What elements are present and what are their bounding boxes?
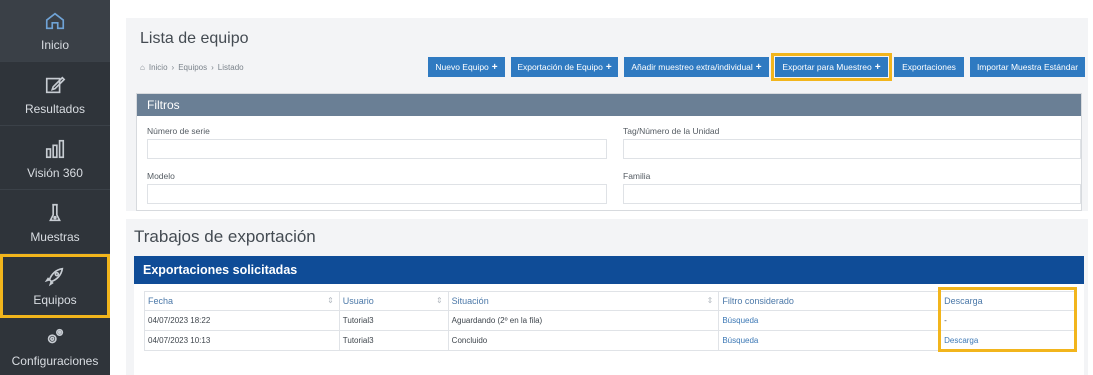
- family-label: Familia: [623, 171, 651, 181]
- column-header-situacion[interactable]: Situación ⇕: [447, 291, 720, 311]
- import-standard-sample-button[interactable]: Importar Muestra Estándar: [970, 57, 1085, 77]
- exports-table: Fecha ⇕ Usuario ⇕ Situación ⇕ Filtro consid…: [144, 291, 1076, 351]
- add-sampling-button[interactable]: Añadir muestreo extra/individual +: [624, 57, 769, 77]
- table-row: 04/07/2023 18:22 Tutorial3 Aguardando (2…: [144, 310, 1076, 331]
- breadcrumb-item-inicio[interactable]: Inicio: [149, 63, 168, 72]
- unit-tag-label: Tag/Número de la Unidad: [623, 126, 720, 136]
- breadcrumb-item-equipos[interactable]: Equipos: [178, 63, 207, 72]
- sidebar-item-muestras[interactable]: Muestras: [0, 192, 110, 254]
- button-label: Nuevo Equipo: [435, 62, 489, 72]
- filters-title: Filtros: [137, 94, 1081, 116]
- sidebar-item-equipos[interactable]: Equipos: [0, 254, 110, 318]
- cell-status: Concluido: [447, 330, 720, 351]
- button-label: Exportaciones: [902, 62, 956, 72]
- column-header-fecha[interactable]: Fecha ⇕: [144, 291, 340, 311]
- cell-download: -: [940, 310, 1076, 331]
- sidebar-item-label: Equipos: [33, 292, 77, 307]
- plus-icon: +: [755, 61, 762, 73]
- filter-link[interactable]: Búsqueda: [718, 330, 942, 351]
- bar-chart-icon: [45, 139, 65, 158]
- sidebar-item-label: Resultados: [24, 101, 86, 116]
- model-field[interactable]: [147, 184, 607, 204]
- family-field[interactable]: [623, 184, 1081, 204]
- cell-status: Aguardando (2º en la fila): [447, 310, 720, 331]
- sort-icon: ⇕: [706, 296, 714, 305]
- table-header-row: Fecha ⇕ Usuario ⇕ Situación ⇕ Filtro consid…: [144, 291, 1076, 311]
- breadcrumb-separator: ›: [211, 63, 214, 72]
- page-title: Lista de equipo: [140, 30, 249, 47]
- sort-icon: ⇕: [327, 296, 334, 305]
- button-label: Importar Muestra Estándar: [976, 62, 1079, 72]
- column-header-filtro[interactable]: Filtro considerado: [718, 291, 942, 311]
- download-link[interactable]: Descarga: [940, 330, 1076, 351]
- button-label: Añadir muestreo extra/individual: [631, 62, 753, 72]
- requested-exports-title: Exportaciones solicitadas: [134, 256, 1084, 284]
- filters-card: Filtros Número de serie Tag/Número de la…: [136, 93, 1082, 211]
- exports-button[interactable]: Exportaciones: [894, 57, 964, 77]
- sidebar-item-label: Configuraciones: [11, 353, 99, 368]
- serial-number-label: Número de serie: [147, 126, 210, 136]
- plus-icon: +: [491, 61, 498, 73]
- cell-date: 04/07/2023 18:22: [144, 310, 340, 331]
- sidebar-item-label: Muestras: [30, 229, 80, 244]
- gears-icon: [47, 328, 64, 343]
- sample-icon: [49, 203, 61, 221]
- sidebar-item-resultados[interactable]: Resultados: [0, 64, 110, 126]
- export-equipment-button[interactable]: Exportación de Equipo +: [511, 57, 618, 77]
- breadcrumb-separator: ›: [171, 63, 175, 72]
- sidebar: Inicio Resultados Visión 360 Muestras Eq…: [0, 0, 110, 375]
- column-header-descarga[interactable]: Descarga: [940, 291, 1076, 311]
- sidebar-item-inicio[interactable]: Inicio: [0, 0, 110, 62]
- home-icon: ⌂: [140, 63, 145, 72]
- breadcrumb-item-listado: Listado: [217, 63, 244, 72]
- equipment-list-panel: Lista de equipo ⌂ Inicio › Equipos › Lis…: [126, 18, 1088, 211]
- requested-exports-card: Exportaciones solicitadas Fecha ⇕ Usuario…: [134, 256, 1084, 375]
- sort-icon: ⇕: [435, 296, 443, 305]
- plus-icon: +: [874, 61, 881, 73]
- column-header-usuario[interactable]: Usuario ⇕: [338, 291, 449, 311]
- export-jobs-title: Trabajos de exportación: [134, 227, 316, 246]
- cell-user: Tutorial3: [338, 330, 449, 351]
- cell-date: 04/07/2023 10:13: [144, 330, 340, 351]
- filter-link[interactable]: Búsqueda: [718, 310, 942, 331]
- sidebar-item-vision-360[interactable]: Visión 360: [0, 128, 110, 190]
- table-row: 04/07/2023 10:13 Tutorial3 Concluido Bús…: [144, 330, 1076, 351]
- new-equipment-button[interactable]: Nuevo Equipo +: [428, 57, 505, 77]
- home-icon: [45, 12, 65, 29]
- rocket-icon: [44, 267, 64, 286]
- sidebar-item-configuraciones[interactable]: Configuraciones: [0, 318, 110, 375]
- plus-icon: +: [605, 61, 612, 73]
- export-jobs-panel: Trabajos de exportación Exportaciones so…: [126, 219, 1088, 375]
- sidebar-item-label: Visión 360: [27, 165, 83, 180]
- button-label: Exportación de Equipo: [517, 62, 603, 72]
- button-label: Exportar para Muestreo: [782, 62, 872, 72]
- model-label: Modelo: [147, 171, 175, 181]
- unit-tag-field[interactable]: [623, 139, 1081, 159]
- breadcrumb: ⌂ Inicio › Equipos › Listado: [140, 63, 244, 72]
- edit-icon: [45, 75, 66, 93]
- sidebar-item-label: Inicio: [40, 37, 69, 52]
- export-for-sampling-button[interactable]: Exportar para Muestreo +: [771, 53, 892, 81]
- cell-user: Tutorial3: [338, 310, 449, 331]
- serial-number-field[interactable]: [147, 139, 607, 159]
